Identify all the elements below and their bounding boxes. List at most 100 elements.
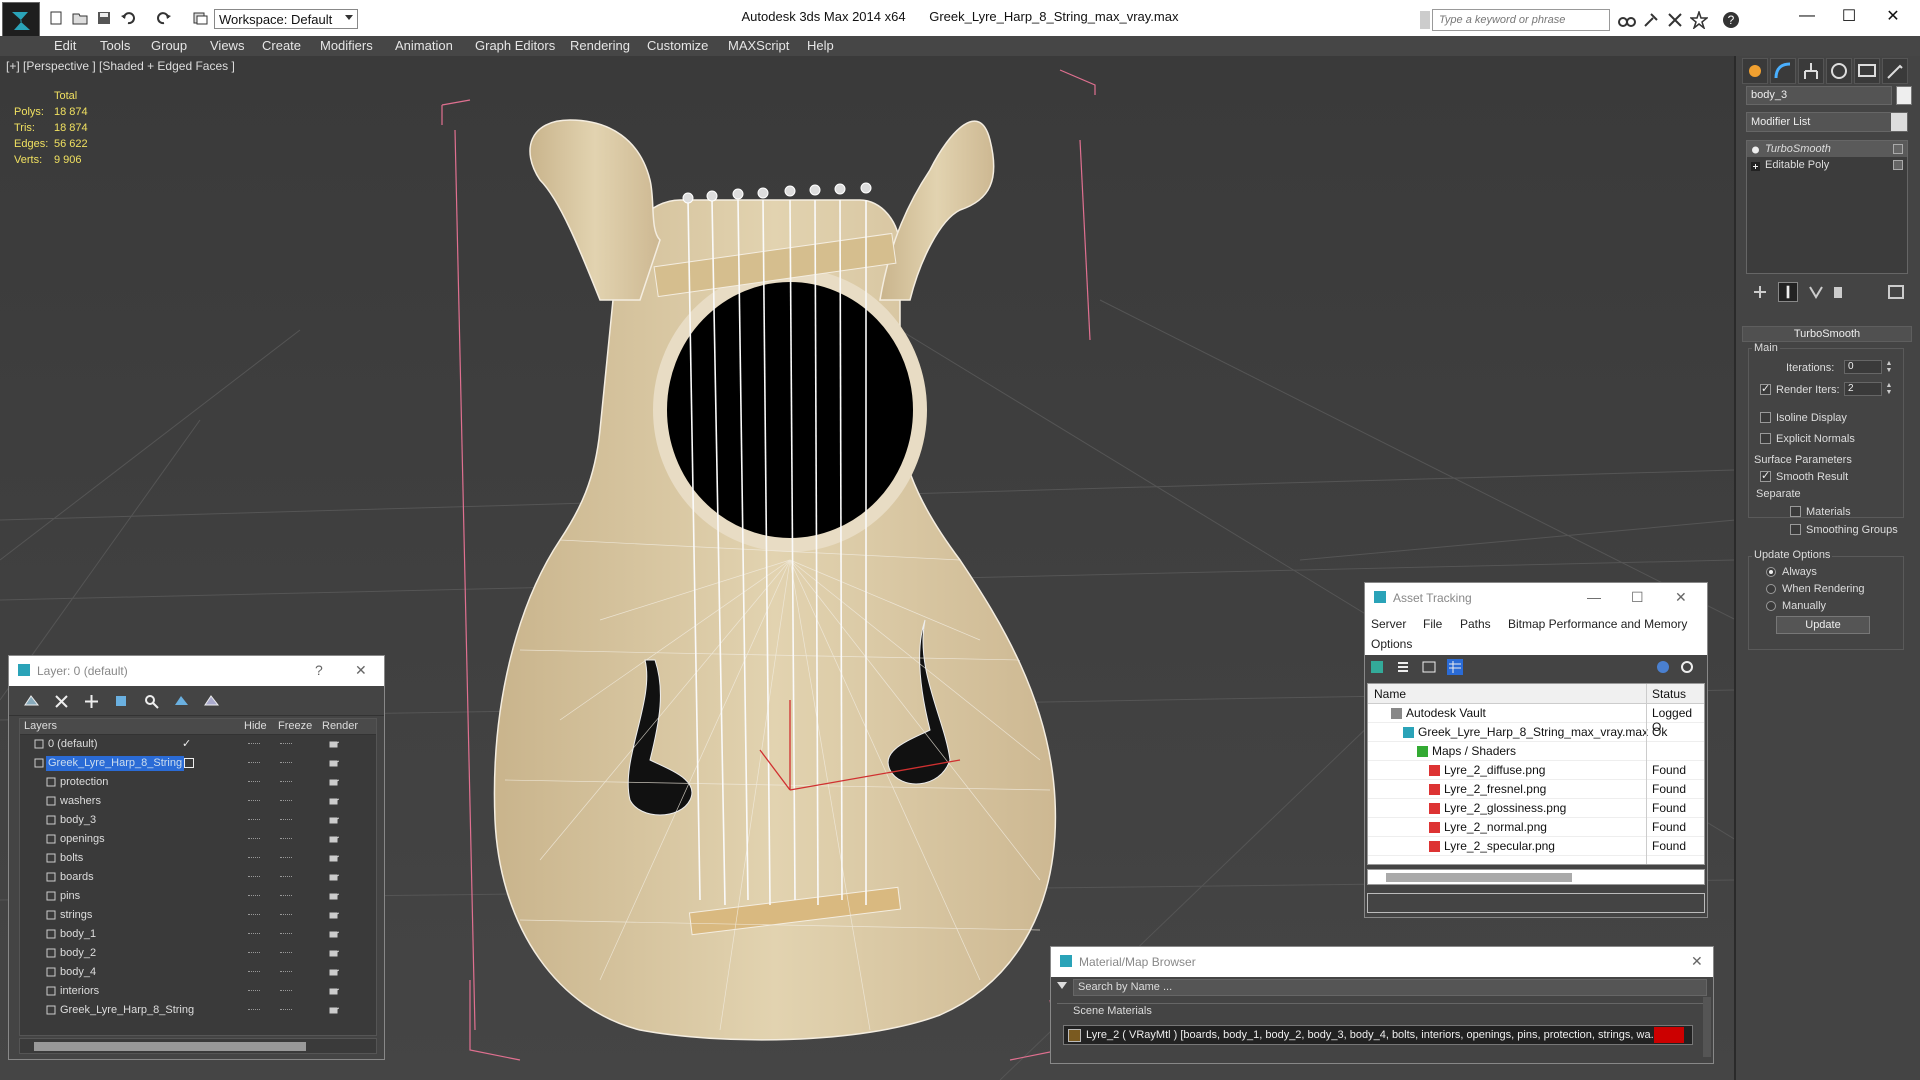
asset-row[interactable]: Lyre_2_specular.png Found xyxy=(1368,837,1704,856)
freeze-toggle[interactable] xyxy=(280,971,292,972)
hide-toggle[interactable] xyxy=(248,781,260,782)
render-teapot-icon[interactable] xyxy=(328,777,340,786)
redo-icon[interactable] xyxy=(156,10,174,26)
menu-group[interactable]: Group xyxy=(151,38,187,53)
asset-horizontal-scrollbar[interactable] xyxy=(1367,869,1705,885)
help-icon[interactable]: ? xyxy=(1722,11,1740,29)
render-iters-spinner[interactable]: 2 xyxy=(1844,382,1882,396)
make-current-box[interactable] xyxy=(184,758,194,768)
update-manually-radio[interactable] xyxy=(1766,601,1776,611)
material-search-input[interactable]: Search by Name ... xyxy=(1073,979,1707,996)
column-header-status[interactable]: Status xyxy=(1652,687,1686,701)
pin-stack-icon[interactable] xyxy=(1750,282,1770,302)
hierarchy-tab-icon[interactable] xyxy=(1798,58,1824,84)
star-icon[interactable] xyxy=(1688,9,1710,31)
material-vertical-scrollbar[interactable] xyxy=(1703,997,1711,1057)
asset-row[interactable]: Autodesk Vault Logged O xyxy=(1368,704,1704,734)
freeze-toggle[interactable] xyxy=(280,743,292,744)
options-dropdown-icon[interactable] xyxy=(1057,982,1067,989)
asset-row[interactable]: Maps / Shaders xyxy=(1368,742,1704,761)
hide-toggle[interactable] xyxy=(248,857,260,858)
binoculars-icon[interactable] xyxy=(1618,11,1636,29)
refresh-icon[interactable] xyxy=(1369,659,1385,675)
layer-row[interactable]: 0 (default) ✓ xyxy=(20,735,376,754)
freeze-toggle[interactable] xyxy=(280,800,292,801)
menu-edit[interactable]: Edit xyxy=(54,38,76,53)
layer-row[interactable]: body_1 xyxy=(20,925,376,944)
hide-toggle[interactable] xyxy=(248,762,260,763)
asset-row[interactable]: Lyre_2_diffuse.png Found xyxy=(1368,761,1704,780)
save-icon[interactable] xyxy=(96,10,114,26)
separate-materials-checkbox[interactable] xyxy=(1790,506,1801,517)
layer-row[interactable]: body_3 xyxy=(20,811,376,830)
create-layer-icon[interactable] xyxy=(23,693,40,710)
layer-row[interactable]: boards xyxy=(20,868,376,887)
open-file-icon[interactable] xyxy=(72,10,90,26)
search-toggle-button[interactable] xyxy=(1420,11,1430,29)
render-teapot-icon[interactable] xyxy=(328,834,340,843)
layer-horizontal-scrollbar[interactable] xyxy=(19,1038,377,1054)
spinner-arrows-icon[interactable]: ▲ ▼ xyxy=(1884,360,1894,374)
column-header-hide[interactable]: Hide xyxy=(244,720,267,732)
utilities-tab-icon[interactable] xyxy=(1882,58,1908,84)
lightbulb-icon[interactable] xyxy=(1751,144,1760,154)
update-always-radio[interactable] xyxy=(1766,567,1776,577)
make-unique-icon[interactable] xyxy=(1806,282,1826,302)
layer-row[interactable]: washers xyxy=(20,792,376,811)
render-teapot-icon[interactable] xyxy=(328,891,340,900)
list-view-icon[interactable] xyxy=(1395,659,1411,675)
layer-row[interactable]: bolts xyxy=(20,849,376,868)
freeze-toggle[interactable] xyxy=(280,857,292,858)
menu-file[interactable]: File xyxy=(1423,617,1442,631)
stack-item-editable-poly[interactable]: Editable Poly xyxy=(1747,157,1907,173)
iterations-spinner[interactable]: 0 xyxy=(1844,360,1882,374)
column-header-name[interactable]: Name xyxy=(1374,687,1406,701)
freeze-toggle[interactable] xyxy=(280,762,292,763)
asset-row[interactable]: Lyre_2_fresnel.png Found xyxy=(1368,780,1704,799)
menu-customize[interactable]: Customize xyxy=(647,38,708,53)
hide-toggle[interactable] xyxy=(248,819,260,820)
menu-server[interactable]: Server xyxy=(1371,617,1406,631)
menu-views[interactable]: Views xyxy=(210,38,244,53)
new-file-icon[interactable] xyxy=(48,10,66,26)
asset-path-field[interactable] xyxy=(1367,893,1705,913)
menu-create[interactable]: Create xyxy=(262,38,301,53)
project-folder-icon[interactable] xyxy=(192,10,210,26)
close-button[interactable]: ✕ xyxy=(355,662,367,679)
smooth-result-checkbox[interactable] xyxy=(1760,469,1771,482)
minimize-button[interactable]: — xyxy=(1784,0,1830,32)
hide-toggle[interactable] xyxy=(248,895,260,896)
motion-tab-icon[interactable] xyxy=(1826,58,1852,84)
freeze-toggle[interactable] xyxy=(280,1009,292,1010)
show-end-result-icon[interactable] xyxy=(1778,282,1798,302)
plus-icon[interactable] xyxy=(1751,160,1760,171)
render-teapot-icon[interactable] xyxy=(328,967,340,976)
render-iters-checkbox[interactable] xyxy=(1760,382,1771,395)
communication-center-icon[interactable] xyxy=(1666,11,1684,29)
display-tab-icon[interactable] xyxy=(1854,58,1880,84)
menu-bitmap-performance[interactable]: Bitmap Performance and Memory xyxy=(1508,617,1687,631)
toggle-box[interactable] xyxy=(1893,160,1903,170)
menu-paths[interactable]: Paths xyxy=(1460,617,1491,631)
freeze-all-icon[interactable] xyxy=(203,693,220,710)
hide-toggle[interactable] xyxy=(248,800,260,801)
thumbnail-view-icon[interactable] xyxy=(1421,659,1437,675)
hide-toggle[interactable] xyxy=(248,952,260,953)
close-button[interactable]: ✕ xyxy=(1675,589,1687,606)
hide-toggle[interactable] xyxy=(248,876,260,877)
viewport-label[interactable]: [+] [Perspective ] [Shaded + Edged Faces… xyxy=(6,59,235,73)
help-button[interactable]: ? xyxy=(315,662,323,678)
hide-toggle[interactable] xyxy=(248,743,260,744)
render-teapot-icon[interactable] xyxy=(328,758,340,767)
undo-icon[interactable] xyxy=(120,10,138,26)
configure-sets-icon[interactable] xyxy=(1886,282,1906,302)
create-tab-icon[interactable] xyxy=(1742,58,1768,84)
layer-row[interactable]: Greek_Lyre_Harp_8_String xyxy=(20,754,376,773)
layer-row[interactable]: Greek_Lyre_Harp_8_String xyxy=(20,1001,376,1020)
layer-row[interactable]: protection xyxy=(20,773,376,792)
asset-row[interactable]: Lyre_2_glossiness.png Found xyxy=(1368,799,1704,818)
scrollbar-thumb[interactable] xyxy=(1386,873,1572,882)
subscription-icon[interactable] xyxy=(1642,11,1660,29)
explicit-normals-checkbox[interactable] xyxy=(1760,433,1771,444)
render-teapot-icon[interactable] xyxy=(328,1005,340,1014)
